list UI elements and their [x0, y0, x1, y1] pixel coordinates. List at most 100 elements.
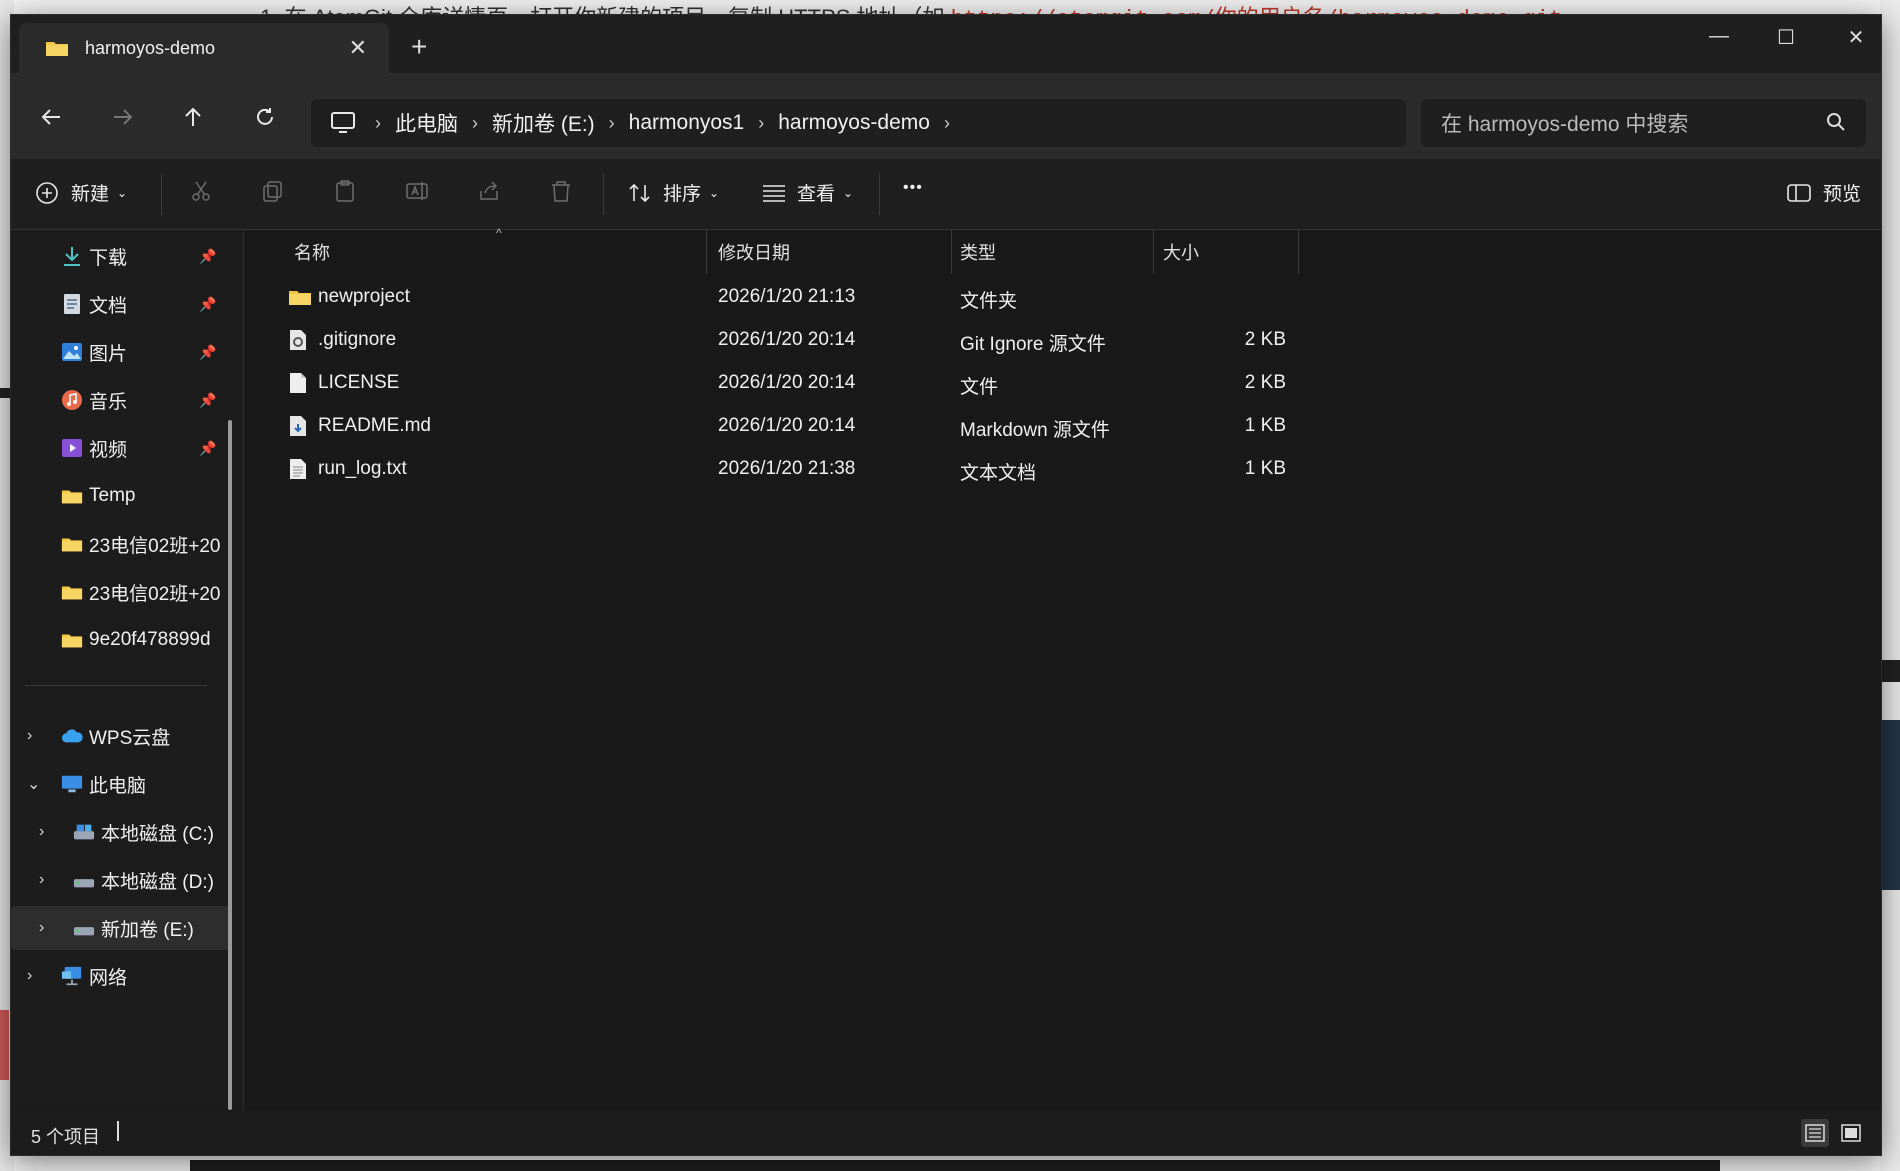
- sidebar-item-pictures[interactable]: 图片 📌: [11, 330, 231, 374]
- clipboard-icon: [336, 180, 354, 202]
- tab-harmoyos-demo[interactable]: harmoyos-demo ✕: [19, 23, 389, 73]
- tab-title: harmoyos-demo: [85, 37, 216, 58]
- navigation-bar: › 此电脑 › 新加卷 (E:) › harmonyos1 › harmoyos…: [11, 73, 1881, 159]
- drive-icon: [73, 917, 95, 939]
- chevron-right-icon[interactable]: ›: [39, 823, 44, 841]
- column-header-type[interactable]: 类型: [960, 230, 996, 274]
- music-icon: [61, 389, 83, 411]
- table-row[interactable]: .gitignore 2026/1/20 20:14 Git Ignore 源文…: [246, 319, 1296, 361]
- new-tab-button[interactable]: +: [411, 33, 427, 61]
- command-bar: 新建 ⌄ 排序 ⌄ 查看 ⌄ ••• 预览: [11, 159, 1881, 230]
- refresh-button[interactable]: [247, 99, 283, 135]
- sidebar-item-drive-e[interactable]: › 新加卷 (E:): [11, 906, 231, 950]
- pin-icon[interactable]: 📌: [199, 392, 216, 409]
- search-input[interactable]: 在 harmoyos-demo 中搜索: [1421, 99, 1866, 147]
- table-row[interactable]: run_log.txt 2026/1/20 21:38 文本文档 1 KB: [246, 448, 1296, 490]
- forward-button[interactable]: [105, 99, 141, 135]
- sidebar-item-this-pc[interactable]: ⌄ 此电脑: [11, 762, 231, 806]
- chevron-right-icon: ›: [472, 112, 478, 133]
- trash-icon: [552, 181, 570, 202]
- sidebar-item-folder-3[interactable]: 9e20f478899d: [11, 618, 231, 662]
- sidebar-item-drive-d[interactable]: › 本地磁盘 (D:): [11, 858, 231, 902]
- close-window-button[interactable]: ✕: [1826, 25, 1881, 50]
- details-view-icon: [1805, 1124, 1825, 1142]
- sort-icon: [629, 183, 650, 202]
- column-header-size[interactable]: 大小: [1163, 230, 1199, 274]
- status-separator: [117, 1121, 119, 1141]
- rename-button[interactable]: [405, 179, 431, 203]
- computer-icon: [331, 112, 355, 133]
- sidebar-item-videos[interactable]: 视频 📌: [11, 426, 231, 470]
- chevron-right-icon[interactable]: ›: [944, 113, 950, 134]
- chevron-right-icon[interactable]: ›: [39, 871, 44, 889]
- delete-button[interactable]: [549, 179, 573, 203]
- folder-icon: [46, 42, 68, 56]
- share-icon: [480, 181, 498, 200]
- chevron-right-icon: ›: [608, 112, 615, 133]
- table-row[interactable]: README.md 2026/1/20 20:14 Markdown 源文件 1…: [246, 405, 1296, 447]
- search-icon: [1827, 113, 1845, 131]
- sidebar-item-folder-1[interactable]: 23电信02班+20: [11, 522, 231, 566]
- copy-button[interactable]: [261, 179, 285, 203]
- table-row[interactable]: LICENSE 2026/1/20 20:14 文件 2 KB: [246, 362, 1296, 404]
- sidebar-item-folder-2[interactable]: 23电信02班+20: [11, 570, 231, 614]
- pin-icon[interactable]: 📌: [199, 440, 216, 457]
- breadcrumb-drive-e[interactable]: 新加卷 (E:): [492, 108, 595, 138]
- sidebar-item-documents[interactable]: 文档 📌: [11, 282, 231, 326]
- back-button[interactable]: [33, 99, 69, 135]
- arrow-right-icon: [114, 109, 133, 125]
- sidebar-scrollbar[interactable]: [228, 420, 232, 1110]
- address-bar[interactable]: › 此电脑 › 新加卷 (E:) › harmonyos1 › harmoyos…: [311, 99, 1406, 147]
- large-icons-view-icon: [1841, 1124, 1861, 1142]
- folder-icon: [61, 581, 83, 603]
- sidebar-item-temp[interactable]: Temp: [11, 474, 231, 518]
- video-icon: [61, 437, 83, 459]
- document-icon: [61, 293, 83, 315]
- close-icon[interactable]: ✕: [349, 35, 367, 61]
- chevron-down-icon[interactable]: ⌄: [27, 774, 40, 794]
- up-button[interactable]: [175, 99, 211, 135]
- cut-button[interactable]: [189, 179, 213, 203]
- view-button[interactable]: 查看 ⌄: [761, 179, 853, 206]
- sidebar-item-network[interactable]: › 网络: [11, 954, 231, 998]
- table-row[interactable]: newproject 2026/1/20 21:13 文件夹: [246, 276, 1296, 318]
- rename-icon: [406, 182, 428, 200]
- details-view-button[interactable]: [1801, 1119, 1829, 1147]
- maximize-button[interactable]: ☐: [1756, 25, 1816, 50]
- breadcrumb-harmonyos1[interactable]: harmonyos1: [629, 111, 745, 135]
- paste-button[interactable]: [333, 179, 357, 203]
- list-view-icon: [763, 184, 785, 202]
- sidebar-item-drive-c[interactable]: › 本地磁盘 (C:): [11, 810, 231, 854]
- sidebar-item-wps-cloud[interactable]: › WPS云盘: [11, 714, 231, 758]
- folder-icon: [61, 533, 83, 555]
- folder-icon: [61, 629, 83, 651]
- chevron-right-icon[interactable]: ›: [27, 727, 32, 745]
- more-options-button[interactable]: •••: [903, 179, 923, 197]
- minimize-button[interactable]: —: [1689, 25, 1749, 48]
- arrow-left-icon: [41, 109, 60, 125]
- pin-icon[interactable]: 📌: [199, 344, 216, 361]
- plus-circle-icon: [36, 181, 58, 204]
- large-icons-view-button[interactable]: [1837, 1119, 1865, 1147]
- column-header-name[interactable]: 名称: [294, 230, 330, 274]
- sort-button[interactable]: 排序 ⌄: [627, 179, 719, 206]
- preview-pane-button[interactable]: 预览: [1787, 179, 1861, 206]
- share-button[interactable]: [477, 179, 501, 203]
- pin-icon[interactable]: 📌: [199, 248, 216, 265]
- text-file-icon: [290, 459, 306, 479]
- chevron-right-icon[interactable]: ›: [27, 967, 32, 985]
- navigation-pane: 下载 📌 文档 📌 图片 📌 音乐 📌 视频 📌 Temp 23电信02班+20…: [11, 230, 244, 1110]
- chevron-right-icon[interactable]: ›: [39, 919, 44, 937]
- new-button[interactable]: 新建 ⌄: [35, 179, 127, 206]
- breadcrumb-this-pc[interactable]: 此电脑: [395, 108, 458, 138]
- folder-icon: [289, 291, 311, 305]
- status-bar: 5 个项目: [11, 1111, 1881, 1155]
- sidebar-item-music[interactable]: 音乐 📌: [11, 378, 231, 422]
- sidebar-item-downloads[interactable]: 下载 📌: [11, 234, 231, 278]
- column-header-date[interactable]: 修改日期: [718, 230, 790, 274]
- chevron-down-icon: ⌄: [117, 185, 128, 200]
- pin-icon[interactable]: 📌: [199, 296, 216, 313]
- file-list: 名称 ^ 修改日期 类型 大小 newproject 2026/1/20 21:…: [246, 226, 1881, 1110]
- breadcrumb-harmoyos-demo[interactable]: harmoyos-demo: [778, 111, 930, 135]
- preview-pane-icon: [1787, 183, 1811, 202]
